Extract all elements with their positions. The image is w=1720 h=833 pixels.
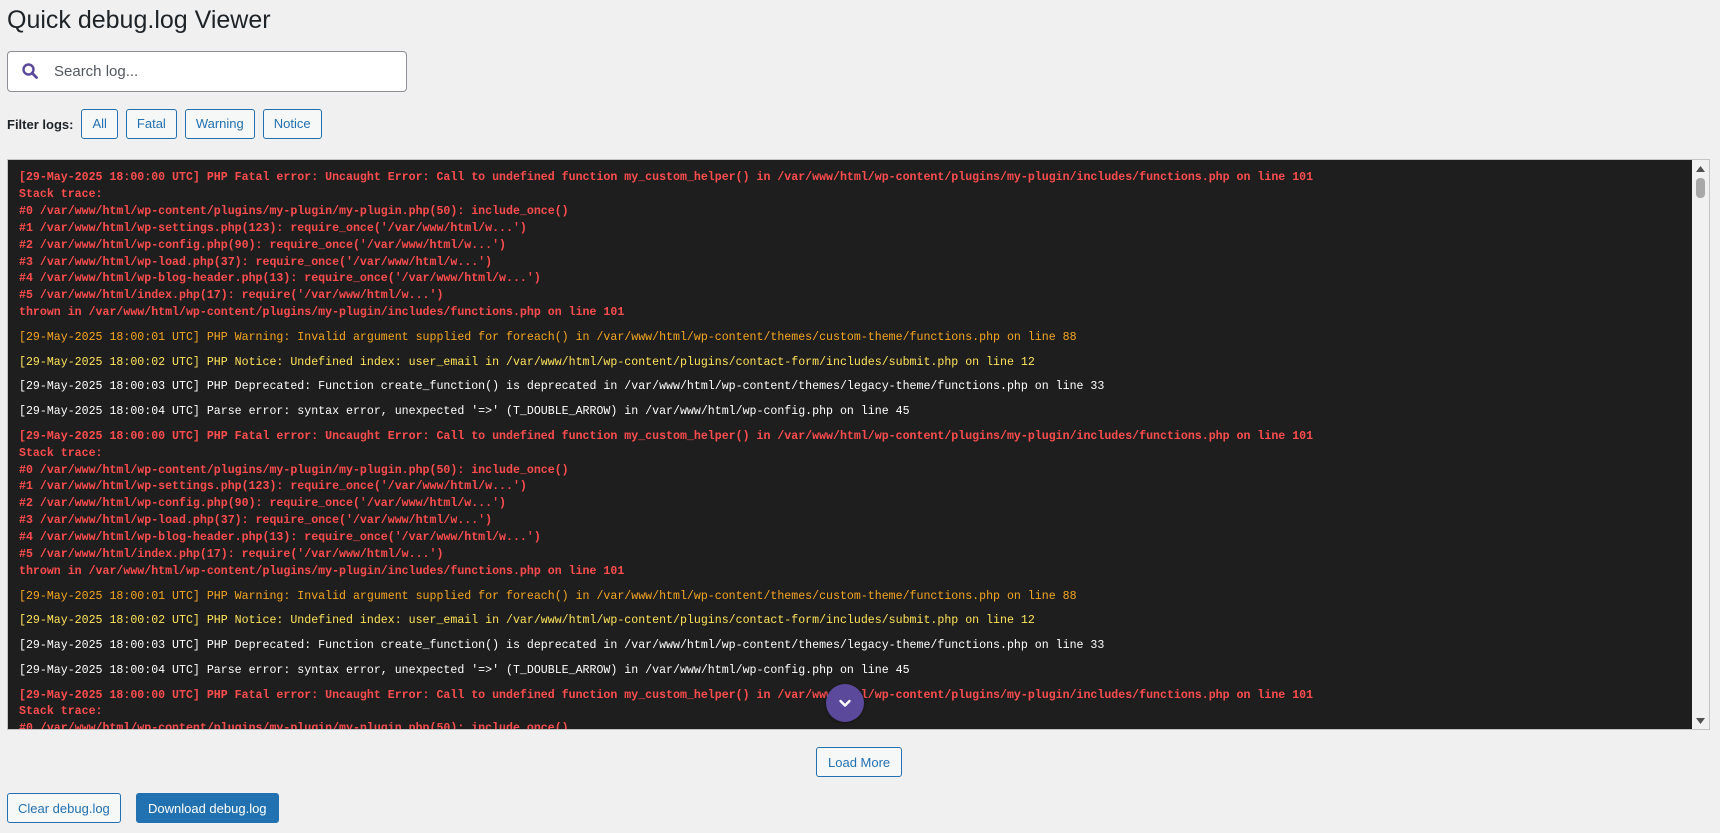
search-icon: [21, 62, 41, 82]
filter-notice-button[interactable]: Notice: [262, 109, 322, 139]
log-entry-parse: [29-May-2025 18:00:04 UTC] Parse error: …: [19, 663, 1692, 680]
log-line: #0 /var/www/html/wp-content/plugins/my-p…: [19, 204, 569, 218]
filter-warning-button[interactable]: Warning: [184, 109, 255, 139]
log-line: #5 /var/www/html/index.php(17): require(…: [19, 548, 444, 562]
log-line: [29-May-2025 18:00:04 UTC] Parse error: …: [19, 405, 910, 419]
scroll-up-arrow-icon[interactable]: [1692, 160, 1709, 177]
log-line: thrown in /var/www/html/wp-content/plugi…: [19, 565, 625, 579]
filter-all-button[interactable]: All: [81, 109, 118, 139]
page-title: Quick debug.log Viewer: [7, 6, 271, 34]
log-line: [29-May-2025 18:00:03 UTC] PHP Deprecate…: [19, 380, 1105, 394]
log-entry-deprecated: [29-May-2025 18:00:03 UTC] PHP Deprecate…: [19, 379, 1692, 396]
log-content: [29-May-2025 18:00:00 UTC] PHP Fatal err…: [8, 160, 1692, 729]
log-entry-notice: [29-May-2025 18:00:02 UTC] PHP Notice: U…: [19, 355, 1692, 372]
log-line: [29-May-2025 18:00:00 UTC] PHP Fatal err…: [19, 171, 1314, 184]
log-line: [29-May-2025 18:00:00 UTC] PHP Fatal err…: [19, 429, 1314, 443]
log-line: [29-May-2025 18:00:02 UTC] PHP Notice: U…: [19, 355, 1035, 369]
log-line: #4 /var/www/html/wp-blog-header.php(13):…: [19, 531, 541, 545]
log-viewer[interactable]: [29-May-2025 18:00:00 UTC] PHP Fatal err…: [7, 159, 1710, 730]
log-line: #3 /var/www/html/wp-load.php(37): requir…: [19, 514, 493, 528]
scroll-down-arrow-icon[interactable]: [1692, 712, 1709, 729]
filter-fatal-button[interactable]: Fatal: [125, 109, 177, 139]
log-line: #2 /var/www/html/wp-config.php(90): requ…: [19, 497, 507, 511]
chevron-down-icon: [837, 695, 853, 711]
log-line: #0 /var/www/html/wp-content/plugins/my-p…: [19, 463, 569, 477]
log-entry-notice: [29-May-2025 18:00:02 UTC] PHP Notice: U…: [19, 613, 1692, 630]
log-entry-parse: [29-May-2025 18:00:04 UTC] Parse error: …: [19, 404, 1692, 421]
log-line: [29-May-2025 18:00:01 UTC] PHP Warning: …: [19, 330, 1077, 344]
clear-log-button[interactable]: Clear debug.log: [7, 793, 121, 823]
log-line: thrown in /var/www/html/wp-content/plugi…: [19, 306, 625, 320]
download-log-button[interactable]: Download debug.log: [136, 793, 279, 823]
load-more-button[interactable]: Load More: [816, 747, 903, 777]
log-line: [29-May-2025 18:00:04 UTC] Parse error: …: [19, 663, 910, 677]
search-input[interactable]: [54, 52, 394, 91]
log-line: #1 /var/www/html/wp-settings.php(123): r…: [19, 221, 527, 235]
log-line: [29-May-2025 18:00:03 UTC] PHP Deprecate…: [19, 639, 1105, 653]
scroll-to-bottom-button[interactable]: [826, 684, 864, 722]
log-line: [29-May-2025 18:00:01 UTC] PHP Warning: …: [19, 589, 1077, 603]
log-entry-warning: [29-May-2025 18:00:01 UTC] PHP Warning: …: [19, 330, 1692, 347]
log-line: #1 /var/www/html/wp-settings.php(123): r…: [19, 480, 527, 494]
log-line: Stack trace:: [19, 446, 103, 460]
filter-label: Filter logs:: [7, 116, 74, 132]
log-entry-fatal: [29-May-2025 18:00:00 UTC] PHP Fatal err…: [19, 170, 1692, 322]
log-line: #0 /var/www/html/wp-content/plugins/my-p…: [19, 722, 569, 729]
log-line: #4 /var/www/html/wp-blog-header.php(13):…: [19, 272, 541, 286]
log-entry-warning: [29-May-2025 18:00:01 UTC] PHP Warning: …: [19, 589, 1692, 606]
log-line: #3 /var/www/html/wp-load.php(37): requir…: [19, 255, 493, 269]
log-line: #2 /var/www/html/wp-config.php(90): requ…: [19, 238, 507, 252]
scrollbar[interactable]: [1692, 160, 1709, 729]
log-line: Stack trace:: [19, 187, 103, 201]
log-entry-fatal: [29-May-2025 18:00:00 UTC] PHP Fatal err…: [19, 429, 1692, 581]
filter-row: Filter logs: All Fatal Warning Notice: [7, 109, 330, 139]
scroll-thumb[interactable]: [1696, 178, 1705, 198]
search-box[interactable]: [7, 51, 407, 92]
log-line: #5 /var/www/html/index.php(17): require(…: [19, 289, 444, 303]
log-entry-deprecated: [29-May-2025 18:00:03 UTC] PHP Deprecate…: [19, 638, 1692, 655]
log-line: [29-May-2025 18:00:02 UTC] PHP Notice: U…: [19, 614, 1035, 628]
